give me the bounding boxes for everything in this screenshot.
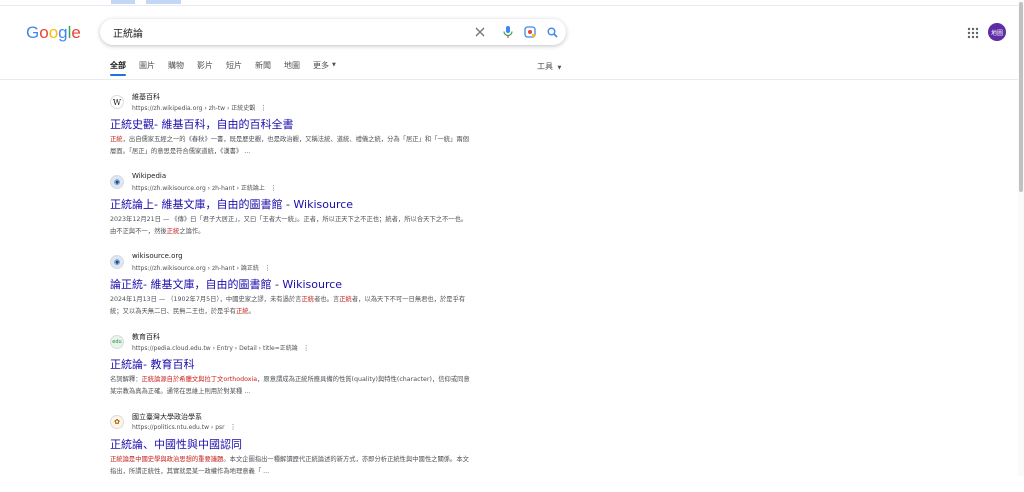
search-icon[interactable] <box>544 24 560 40</box>
more-options-icon[interactable]: ⋮ <box>270 184 277 192</box>
result-snippet: 2023年12月21日 — 《傳》曰「君子大居正」，又曰「王者大一統」。正者，所… <box>110 214 470 238</box>
result-site-name[interactable]: wikisource.org <box>132 252 183 260</box>
apps-grid-icon[interactable] <box>966 25 980 39</box>
snippet-highlight: 正統論源自於希臘文與拉丁文orthodoxia <box>141 376 258 383</box>
clear-icon[interactable] <box>472 24 488 40</box>
search-tabs: 全部 圖片 購物 影片 短片 新聞 地圖 更多 ▼ <box>110 59 349 76</box>
result-url[interactable]: https://zh.wikisource.org › zh-hant › 正統… <box>132 183 277 193</box>
snippet-highlight: 正統 <box>110 136 123 143</box>
snippet-text: 。 <box>248 308 255 315</box>
result-site-name[interactable]: 維基百科 <box>132 92 160 102</box>
avatar[interactable]: 地圖 <box>988 23 1006 41</box>
google-logo[interactable]: Google <box>26 23 81 43</box>
snippet-text: 2023年12月21日 — 《傳》曰「君子大居正」，又曰「王者大一統」。正者，所… <box>110 216 468 235</box>
search-box[interactable]: 正統論 <box>100 19 566 45</box>
snippet-highlight: 正統論是中國史學與政治思想的重要議題 <box>110 456 224 463</box>
site-favicon-icon[interactable]: edu <box>110 335 124 349</box>
result-url-text: https://zh.wikisource.org › zh-hant › 正統… <box>132 185 265 192</box>
snippet-text: 名詞解釋： <box>110 376 142 383</box>
snippet-text: ，出自儒家五經之一的《春秋》一書，既是歷史觀，也是政治觀，又稱法統、道統、禮儀之… <box>110 136 469 155</box>
result-url-text: https://politics.ntu.edu.tw › psr <box>132 423 225 431</box>
result-url[interactable]: https://zh.wikipedia.org › zh-tw › 正統史觀 ⋮ <box>132 103 267 113</box>
tab-indicator <box>146 0 181 4</box>
search-result: ✿ 國立臺灣大學政治學系 https://politics.ntu.edu.tw ›… <box>110 412 470 492</box>
snippet-highlight: 正統 <box>166 228 180 235</box>
results-list: W 維基百科 https://zh.wikipedia.org › zh-tw › … <box>110 92 470 492</box>
snippet-text: 2024年1月13日 — （1902年7月5日），中國史家之謬，未有過於言 <box>110 296 302 303</box>
result-url[interactable]: https://politics.ntu.edu.tw › psr ⋮ <box>132 423 237 431</box>
more-options-icon[interactable]: ⋮ <box>260 104 267 112</box>
result-snippet: 正統，出自儒家五經之一的《春秋》一書，既是歷史觀，也是政治觀，又稱法統、道統、禮… <box>110 134 470 158</box>
result-title-link[interactable]: 正統史觀- 維基百科，自由的百科全書 <box>110 116 293 132</box>
snippet-highlight: 正統 <box>301 296 315 303</box>
tab-images[interactable]: 圖片 <box>139 59 155 75</box>
site-favicon-icon[interactable]: ◉ <box>110 175 124 189</box>
site-favicon-icon[interactable]: ◉ <box>110 255 124 269</box>
result-title-link[interactable]: 正統論上- 維基文庫，自由的圖書館 - Wikisource <box>110 196 353 212</box>
tab-news[interactable]: 新聞 <box>255 59 271 75</box>
more-options-icon[interactable]: ⋮ <box>230 423 237 431</box>
search-result: ◉ Wikipedia https://zh.wikisource.org › zh… <box>110 172 470 252</box>
tab-videos[interactable]: 影片 <box>197 59 213 75</box>
result-url[interactable]: https://zh.wikisource.org › zh-hant › 論正… <box>132 263 271 273</box>
result-site-name[interactable]: 教育百科 <box>132 332 160 342</box>
tab-shopping[interactable]: 購物 <box>168 59 184 75</box>
tab-indicator <box>111 0 135 4</box>
tab-more-label: 更多 <box>313 60 329 70</box>
scrollbar[interactable] <box>1018 0 1024 476</box>
tab-maps[interactable]: 地圖 <box>284 59 300 75</box>
snippet-text: 者也。言 <box>314 296 340 303</box>
search-result: ◉ wikisource.org https://zh.wikisource.org… <box>110 252 470 332</box>
result-url-text: https://zh.wikisource.org › zh-hant › 論正… <box>132 265 259 272</box>
result-url-text: https://zh.wikipedia.org › zh-tw › 正統史觀 <box>132 105 256 112</box>
site-favicon-icon[interactable]: W <box>110 95 124 109</box>
search-result: edu 教育百科 https://pedia.cloud.edu.tw › Entr… <box>110 332 470 412</box>
result-title-link[interactable]: 論正統- 維基文庫，自由的圖書館 - Wikisource <box>110 276 342 292</box>
snippet-highlight: 正統 <box>339 296 352 303</box>
tab-short-videos[interactable]: 短片 <box>226 59 242 75</box>
result-snippet: 正統論是中國史學與政治思想的重要議題。本文企圖指出一種解讀歷代正統論述的新方式，… <box>110 454 470 478</box>
result-url-text: https://pedia.cloud.edu.tw › Entry › Det… <box>132 345 298 352</box>
lens-icon[interactable] <box>522 24 538 40</box>
result-site-name[interactable]: Wikipedia <box>132 172 166 180</box>
tools-label: 工具 <box>537 62 553 71</box>
snippet-highlight: 正統 <box>235 308 249 315</box>
tab-all[interactable]: 全部 <box>110 59 126 76</box>
search-input[interactable]: 正統論 <box>113 25 143 40</box>
result-site-name[interactable]: 國立臺灣大學政治學系 <box>132 412 202 422</box>
more-options-icon[interactable]: ⋮ <box>264 264 271 272</box>
result-snippet: 名詞解釋：正統論源自於希臘文與拉丁文orthodoxia，原意謂成為正統所應具備… <box>110 374 470 398</box>
tab-more[interactable]: 更多 ▼ <box>313 59 336 75</box>
search-result: W 維基百科 https://zh.wikipedia.org › zh-tw › … <box>110 92 470 172</box>
site-favicon-icon[interactable]: ✿ <box>110 415 124 429</box>
caret-down-icon: ▼ <box>557 65 562 71</box>
caret-down-icon: ▼ <box>332 62 336 68</box>
result-title-link[interactable]: 正統論、中國性與中國認同 <box>110 436 242 452</box>
more-options-icon[interactable]: ⋮ <box>303 344 310 352</box>
snippet-text: 之論作。 <box>179 228 205 235</box>
result-title-link[interactable]: 正統論- 教育百科 <box>110 356 194 372</box>
result-url[interactable]: https://pedia.cloud.edu.tw › Entry › Det… <box>132 343 310 353</box>
tools-button[interactable]: 工具 ▼ <box>537 61 561 72</box>
result-snippet: 2024年1月13日 — （1902年7月5日），中國史家之謬，未有過於言正統者… <box>110 294 470 318</box>
scrollbar-thumb[interactable] <box>1019 2 1023 192</box>
divider <box>0 79 1024 80</box>
microphone-icon[interactable] <box>500 24 516 40</box>
